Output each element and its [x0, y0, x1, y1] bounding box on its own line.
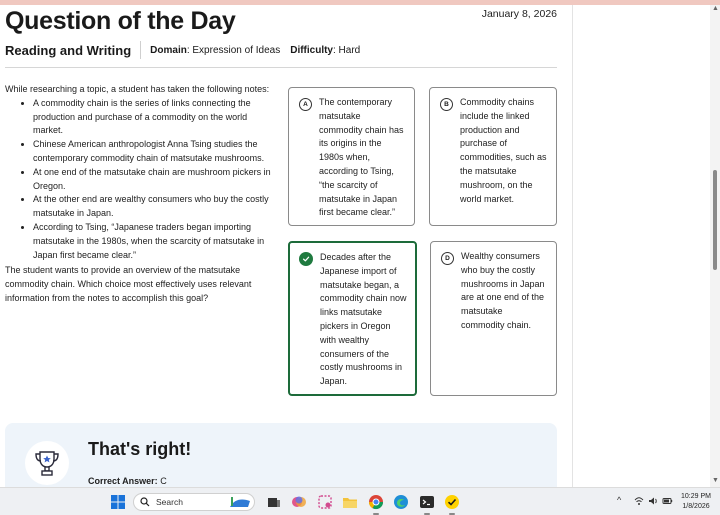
- difficulty-value: : Hard: [333, 44, 361, 56]
- difficulty-info: Difficulty: Hard: [290, 45, 360, 56]
- choice-d[interactable]: D Wealthy consumers who buy the costly m…: [430, 241, 557, 396]
- note-item: A commodity chain is the series of links…: [33, 97, 275, 138]
- page-title: Question of the Day: [5, 7, 236, 35]
- passage: While researching a topic, a student has…: [5, 83, 275, 306]
- choice-c-text: Decades after the Japanese import of mat…: [320, 252, 407, 387]
- task-view-icon[interactable]: [266, 494, 282, 510]
- header-divider: [5, 67, 557, 68]
- choice-b[interactable]: B Commodity chains include the linked pr…: [429, 87, 557, 226]
- check-icon: [299, 252, 313, 266]
- section-name: Reading and Writing: [5, 42, 132, 58]
- trophy-icon: [25, 441, 69, 485]
- choice-c[interactable]: Decades after the Japanese import of mat…: [288, 241, 417, 396]
- question-meta: Reading and Writing Domain: Expression o…: [5, 41, 370, 59]
- choice-a-text: The contemporary matsutake commodity cha…: [319, 97, 404, 218]
- domain-label: Domain: [150, 44, 187, 56]
- taskbar-clock[interactable]: 10:29 PM 1/8/2026: [676, 492, 716, 512]
- copilot-icon[interactable]: [291, 494, 307, 510]
- snipping-tool-icon[interactable]: [317, 494, 333, 510]
- choice-letter-a: A: [299, 98, 312, 111]
- correct-answer: Correct Answer: C: [88, 476, 167, 486]
- scroll-up-icon[interactable]: ▲: [712, 5, 719, 12]
- choice-letter-b: B: [440, 98, 453, 111]
- chevron-up-icon[interactable]: ^: [617, 495, 621, 505]
- clock-time: 10:29 PM: [681, 493, 711, 500]
- question-date: January 8, 2026: [481, 8, 557, 20]
- domain-value: : Expression of Ideas: [186, 44, 281, 56]
- meta-divider: [140, 41, 142, 59]
- note-item: At one end of the matsutake chain are mu…: [33, 166, 275, 194]
- chrome-icon[interactable]: [368, 494, 384, 510]
- search-highlight-icon: [230, 497, 250, 507]
- file-explorer-icon[interactable]: [342, 494, 358, 510]
- battery-icon[interactable]: [662, 496, 673, 508]
- choice-a[interactable]: A The contemporary matsutake commodity c…: [288, 87, 415, 226]
- taskbar-search[interactable]: Search: [133, 493, 255, 511]
- notes-list: A commodity chain is the series of links…: [33, 97, 275, 263]
- feedback-title: That's right!: [88, 439, 192, 459]
- correct-answer-value: C: [157, 476, 167, 486]
- choice-letter-d: D: [441, 252, 454, 265]
- clock-date: 1/8/2026: [682, 503, 710, 510]
- side-pane: [572, 5, 710, 487]
- search-icon: [140, 497, 150, 507]
- domain-info: Domain: Expression of Ideas: [150, 45, 280, 56]
- question-prompt: The student wants to provide an overview…: [5, 265, 252, 303]
- feedback-panel: That's right! Correct Answer: C: [5, 423, 557, 487]
- edge-icon[interactable]: [393, 494, 409, 510]
- note-item: At the other end are wealthy consumers w…: [33, 193, 275, 221]
- correct-answer-label: Correct Answer:: [88, 476, 158, 486]
- taskbar: Search ^ 10:29 PM 1/8/2026: [0, 487, 720, 515]
- norton-icon[interactable]: [444, 494, 460, 510]
- windows-start-icon[interactable]: [110, 494, 126, 510]
- scrollbar-thumb[interactable]: [713, 170, 717, 270]
- wifi-icon[interactable]: [634, 496, 644, 508]
- choice-b-text: Commodity chains include the linked prod…: [460, 97, 547, 204]
- search-placeholder: Search: [156, 497, 183, 507]
- difficulty-label: Difficulty: [290, 44, 333, 56]
- scroll-down-icon[interactable]: ▼: [712, 477, 719, 484]
- note-item: According to Tsing, “Japanese traders be…: [33, 221, 275, 262]
- page-scrollbar[interactable]: ▲ ▼: [710, 5, 720, 487]
- speaker-icon[interactable]: [648, 496, 658, 508]
- note-item: Chinese American anthropologist Anna Tsi…: [33, 138, 275, 166]
- choice-d-text: Wealthy consumers who buy the costly mus…: [461, 251, 545, 330]
- passage-intro: While researching a topic, a student has…: [5, 84, 270, 94]
- terminal-icon[interactable]: [419, 494, 435, 510]
- question-page: Question of the Day January 8, 2026 Read…: [0, 5, 571, 487]
